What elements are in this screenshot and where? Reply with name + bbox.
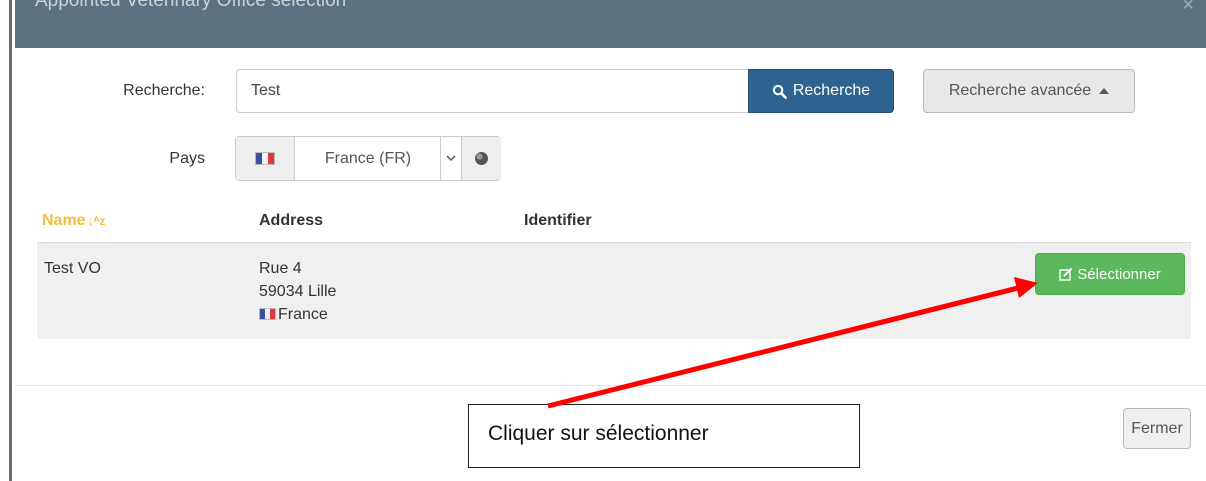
modal-header: Appointed Veterinary Office selection × [15, 0, 1206, 48]
search-input[interactable] [236, 69, 750, 113]
flag-cell [236, 137, 295, 180]
search-button[interactable]: Recherche [748, 69, 894, 113]
sort-icon: ↓ᴬᴢ [87, 214, 106, 228]
close-icon[interactable]: × [1182, 0, 1194, 17]
france-flag-icon [259, 308, 276, 320]
select-button[interactable]: Sélectionner [1035, 253, 1185, 295]
country-label: Pays [169, 150, 205, 167]
globe-button[interactable] [461, 137, 501, 180]
select-button-label: Sélectionner [1077, 265, 1161, 283]
france-flag-icon [255, 152, 275, 165]
globe-icon [475, 152, 488, 165]
advanced-search-button[interactable]: Recherche avancée [923, 69, 1135, 113]
country-select[interactable]: France (FR) [235, 136, 501, 181]
row-address-line2: 59034 Lille [259, 283, 337, 300]
country-value[interactable]: France (FR) [296, 137, 440, 180]
caret-up-icon [1099, 88, 1110, 94]
row-address-line3: France [259, 304, 328, 325]
search-button-label: Recherche [792, 82, 871, 99]
close-button[interactable]: Fermer [1123, 408, 1191, 449]
row-name: Test VO [44, 260, 101, 277]
modal-title: Appointed Veterinary Office selection [35, 0, 347, 11]
row-address-line1: Rue 4 [259, 260, 302, 277]
background-window-edge [0, 0, 12, 481]
column-header-address: Address [259, 212, 324, 229]
column-header-name[interactable]: Name ↓ᴬᴢ [42, 212, 105, 230]
search-label: Recherche: [123, 82, 205, 99]
chevron-down-icon[interactable] [440, 137, 461, 180]
column-header-name-label: Name [42, 212, 86, 229]
advanced-search-label: Recherche avancée [948, 82, 1092, 99]
annotation-callout: Cliquer sur sélectionner [468, 404, 860, 468]
column-header-identifier: Identifier [524, 212, 592, 229]
edit-icon [1059, 267, 1073, 281]
footer-divider [15, 385, 1206, 386]
row-address-country: France [278, 306, 328, 323]
search-icon [772, 84, 787, 99]
table-row [37, 242, 1191, 339]
